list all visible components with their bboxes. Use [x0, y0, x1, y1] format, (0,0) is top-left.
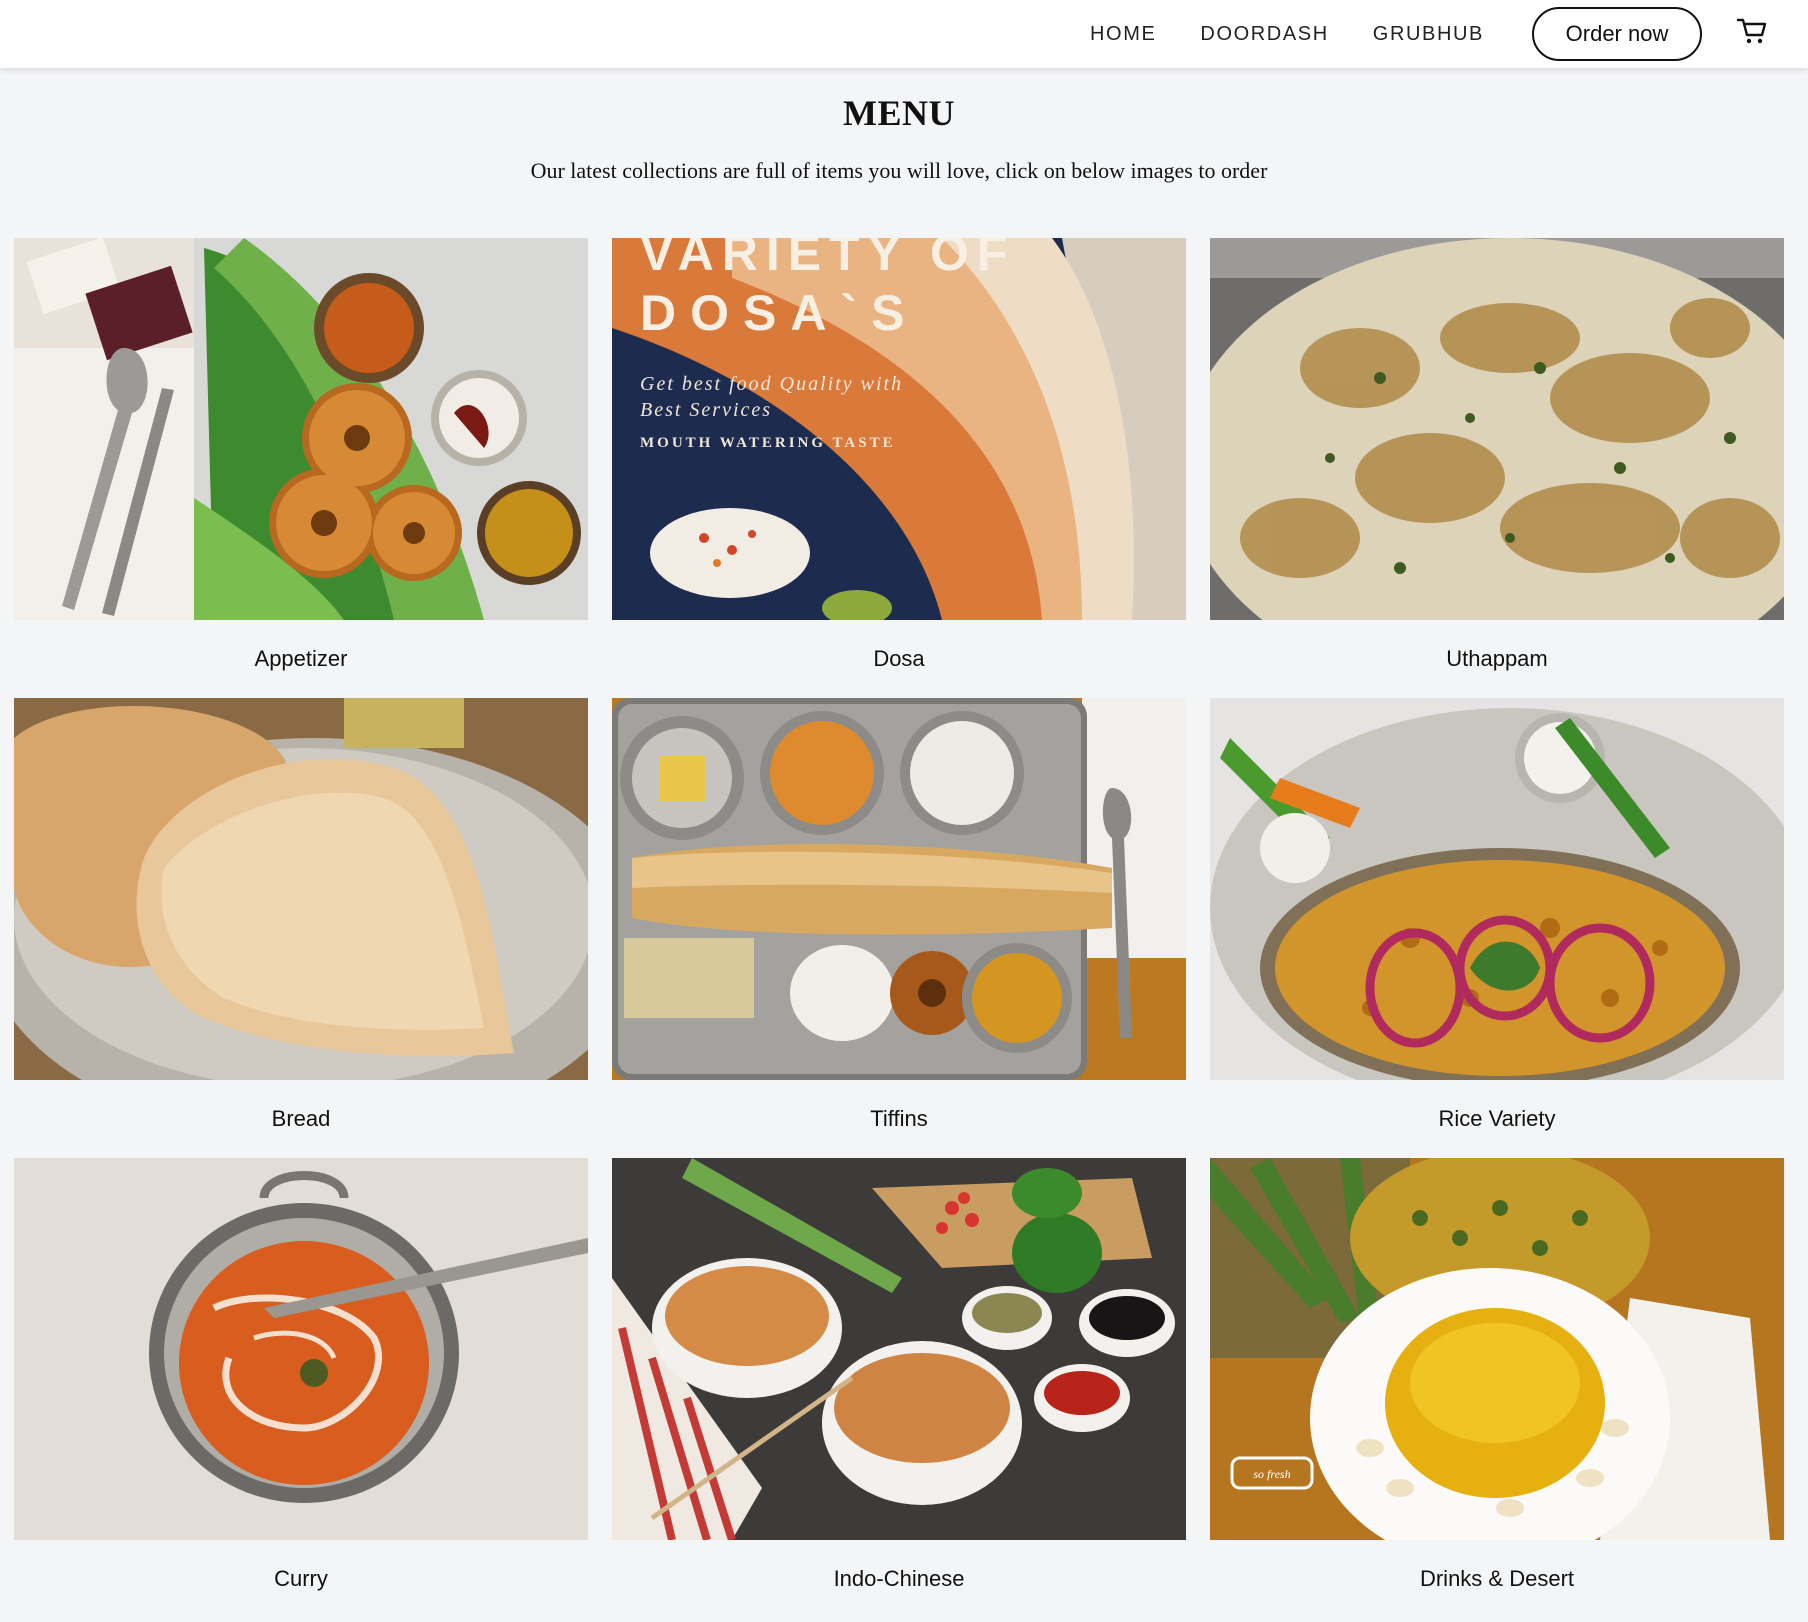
category-card-appetizer[interactable]: Appetizer [14, 238, 588, 698]
indo-chinese-image[interactable] [612, 1158, 1186, 1540]
category-card-rice-variety[interactable]: Rice Variety [1210, 698, 1784, 1158]
category-label[interactable]: Drinks & Desert [1210, 1540, 1784, 1618]
category-card-bread[interactable]: Bread [14, 698, 588, 1158]
nav-grubhub-link[interactable]: GRUBHUB [1373, 23, 1484, 46]
page-subtitle: Our latest collections are full of items… [530, 158, 1268, 183]
category-label[interactable]: Rice Variety [1210, 1080, 1784, 1158]
category-label[interactable]: Tiffins [612, 1080, 1186, 1158]
nav-menu: HOME DOORDASH GRUBHUB Order now [1090, 0, 1808, 68]
dosa-overlay-tagline2: Best Services [640, 399, 772, 421]
bread-image[interactable] [14, 698, 588, 1080]
dosa-overlay-line1: VARIETY OF [640, 238, 1015, 281]
category-card-drinks-desert[interactable]: so fresh Drinks & Desert [1210, 1158, 1784, 1618]
category-label[interactable]: Dosa [612, 620, 1186, 698]
menu-grid: Appetizer VARIETY OF DOSA`S Get best foo… [14, 238, 1784, 1618]
drinks-desert-image[interactable]: so fresh [1210, 1158, 1784, 1540]
category-label[interactable]: Uthappam [1210, 620, 1784, 698]
order-now-button[interactable]: Order now [1532, 7, 1702, 61]
category-card-dosa[interactable]: VARIETY OF DOSA`S Get best food Quality … [612, 238, 1186, 698]
category-label[interactable]: Indo-Chinese [612, 1540, 1186, 1618]
page-title: MENU [843, 93, 955, 133]
dosa-overlay-tagline1: Get best food Quality with [640, 373, 903, 395]
category-card-indo-chinese[interactable]: Indo-Chinese [612, 1158, 1186, 1618]
dosa-overlay-line2: DOSA`S [640, 285, 918, 341]
cart-icon[interactable] [1736, 15, 1768, 47]
curry-image[interactable] [14, 1158, 588, 1540]
so-fresh-badge: so fresh [1253, 1467, 1290, 1481]
tiffins-image[interactable] [612, 698, 1186, 1080]
dosa-image[interactable]: VARIETY OF DOSA`S Get best food Quality … [612, 238, 1186, 620]
top-navigation-bar: HOME DOORDASH GRUBHUB Order now [0, 0, 1808, 68]
rice-variety-image[interactable] [1210, 698, 1784, 1080]
nav-doordash-link[interactable]: DOORDASH [1200, 23, 1328, 46]
category-label[interactable]: Appetizer [14, 620, 588, 698]
category-card-curry[interactable]: Curry [14, 1158, 588, 1618]
category-label[interactable]: Curry [14, 1540, 588, 1618]
dosa-overlay-tagline3: MOUTH WATERING TASTE [640, 435, 896, 451]
category-card-uthappam[interactable]: Uthappam [1210, 238, 1784, 698]
nav-home-link[interactable]: HOME [1090, 23, 1156, 46]
category-label[interactable]: Bread [14, 1080, 588, 1158]
category-card-tiffins[interactable]: Tiffins [612, 698, 1186, 1158]
appetizer-image[interactable] [14, 238, 588, 620]
uthappam-image[interactable] [1210, 238, 1784, 620]
